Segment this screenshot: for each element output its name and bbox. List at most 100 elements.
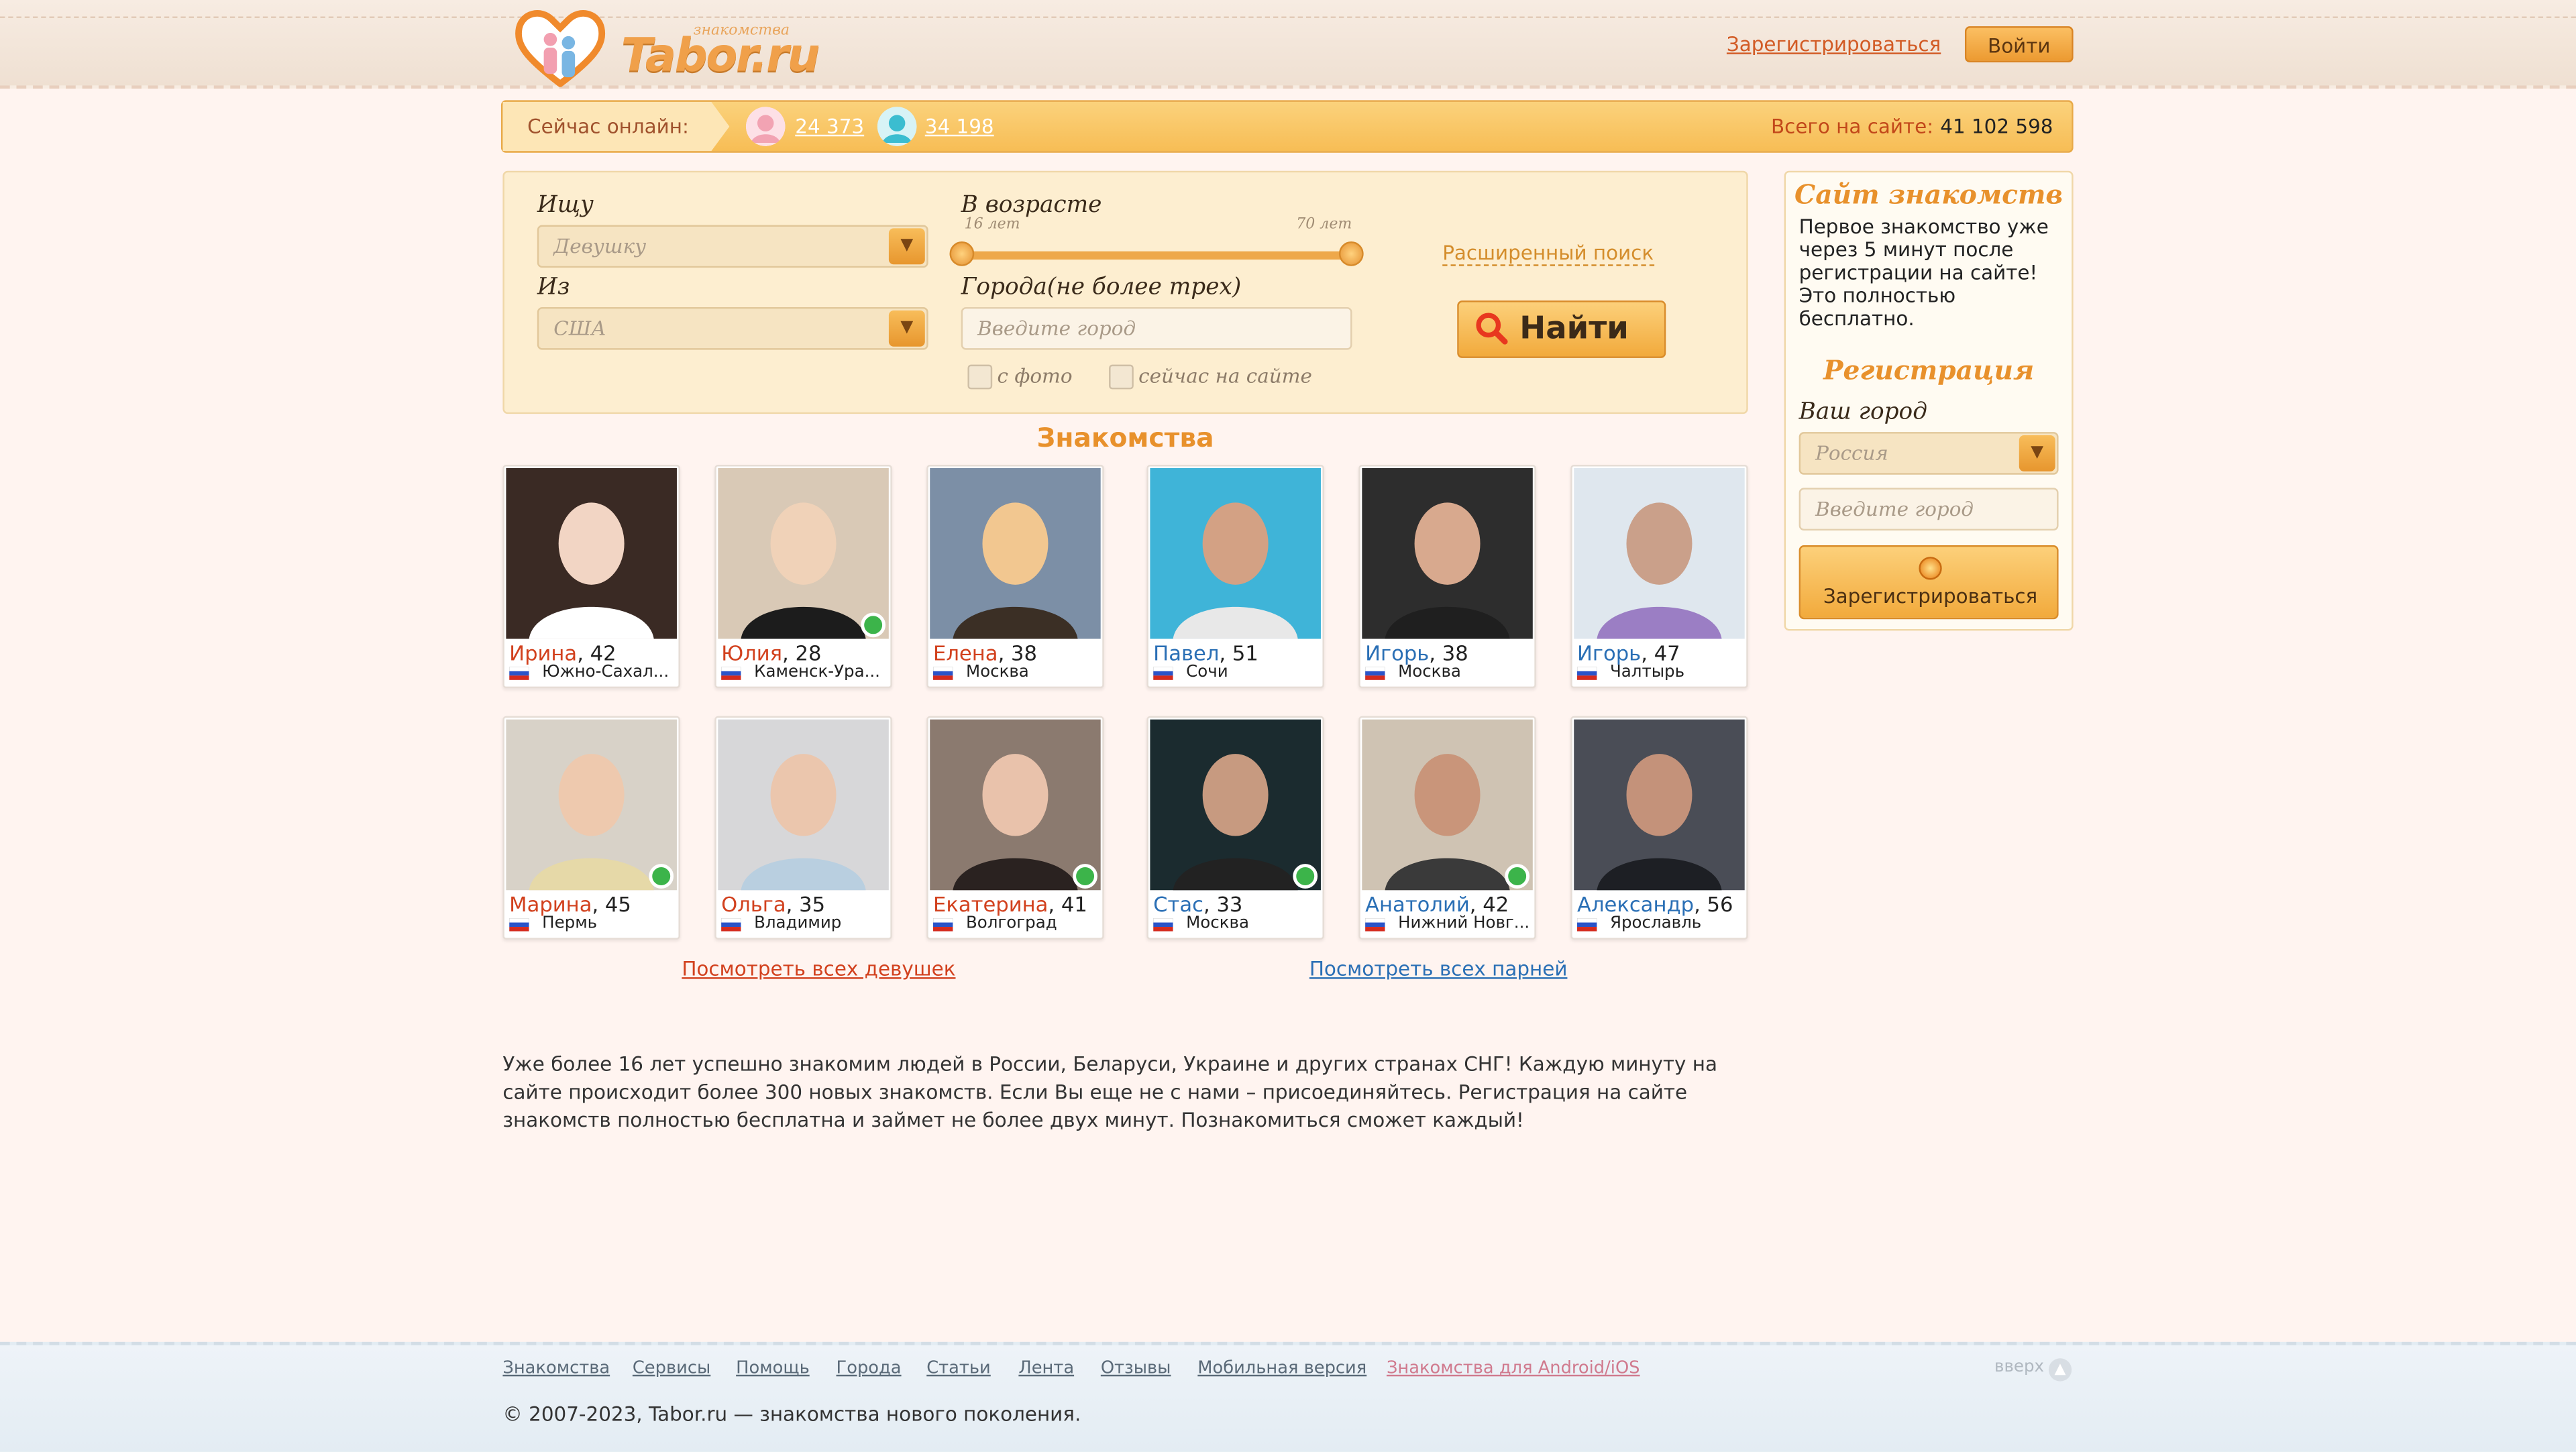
footer: Знакомства Сервисы Помощь Города Статьи … <box>0 1341 2576 1452</box>
profile-city: Нижний Новг... <box>1398 915 1530 934</box>
russia-flag-icon <box>1577 667 1597 680</box>
search-panel: Ищу Девушку ▼ Из США ▼ В возрасте 16 лет… <box>502 170 1748 414</box>
profile-photo[interactable] <box>1362 719 1533 891</box>
profile-card[interactable]: Марина, 45 Пермь <box>502 716 680 940</box>
profile-card[interactable]: Игорь, 38 Москва <box>1358 465 1536 689</box>
profile-card[interactable]: Ирина, 42 Южно-Сахал... <box>502 465 680 689</box>
profile-age: , 38 <box>998 640 1037 665</box>
profile-name-link[interactable]: Игорь <box>1365 640 1429 665</box>
female-avatar-icon <box>745 107 786 146</box>
online-now-checkbox[interactable] <box>1109 364 1134 390</box>
profile-photo[interactable] <box>1150 719 1321 891</box>
online-women-count[interactable]: 24 373 <box>795 115 864 137</box>
profile-photo[interactable] <box>718 719 889 891</box>
profile-card[interactable]: Павел, 51 Сочи <box>1146 465 1324 689</box>
profile-city: Владимир <box>754 915 842 934</box>
sidebar-country-select[interactable]: Россия ▼ <box>1799 432 2059 475</box>
profile-photo[interactable] <box>718 467 889 639</box>
profile-age: , 33 <box>1203 891 1243 917</box>
profile-photo[interactable] <box>506 467 677 639</box>
footer-link[interactable]: Лента <box>1018 1358 1074 1378</box>
profile-card[interactable]: Игорь, 47 Чалтырь <box>1570 465 1748 689</box>
profile-name-link[interactable]: Ольга <box>721 892 786 917</box>
footer-link[interactable]: Мобильная версия <box>1197 1358 1366 1378</box>
header-register-link[interactable]: Зарегистрироваться <box>1727 33 1941 56</box>
footer-link[interactable]: Знакомства <box>502 1358 610 1378</box>
profile-name-age: Игорь, 47 <box>1577 640 1680 665</box>
seek-label: Ищу <box>537 192 594 219</box>
profile-name-link[interactable]: Ирина <box>509 640 577 665</box>
profile-city: Каменск-Ура... <box>754 663 880 682</box>
profile-name-link[interactable]: Анатолий <box>1365 892 1470 917</box>
profile-photo[interactable] <box>930 467 1101 639</box>
profile-city: Москва <box>1186 915 1249 934</box>
scroll-up-label[interactable]: вверх <box>1994 1358 2044 1376</box>
online-men-count[interactable]: 34 198 <box>925 115 994 137</box>
profile-city: Ярославль <box>1610 915 1702 934</box>
profile-age: , 47 <box>1641 640 1680 665</box>
profile-name-link[interactable]: Игорь <box>1577 640 1641 665</box>
sidebar-text: Первое знакомство уже через 5 минут посл… <box>1799 215 2049 331</box>
footer-link[interactable]: Сервисы <box>633 1358 710 1378</box>
profile-photo[interactable] <box>930 719 1101 891</box>
profile-photo[interactable] <box>1574 467 1745 639</box>
sidebar-city-input[interactable]: Введите город <box>1799 488 2059 531</box>
login-button[interactable]: Войти <box>1964 26 2074 63</box>
profile-name-link[interactable]: Александр <box>1577 892 1694 917</box>
profile-card[interactable]: Юлия, 28 Каменск-Ура... <box>714 465 892 689</box>
see-all-women-link[interactable]: Посмотреть всех девушек <box>682 958 955 981</box>
site-logo[interactable]: знакомства Tabor.ru <box>513 8 824 87</box>
profile-card[interactable]: Стас, 33 Москва <box>1146 716 1324 940</box>
registration-title: Регистрация <box>1823 354 2035 386</box>
russia-flag-icon <box>1153 917 1173 932</box>
footer-link-mobile-apps[interactable]: Знакомства для Android/iOS <box>1387 1358 1640 1378</box>
profile-name-age: Ольга, 35 <box>721 892 825 917</box>
profile-photo[interactable] <box>1574 719 1745 891</box>
header-stitch <box>0 16 2576 18</box>
profile-photo[interactable] <box>506 719 677 891</box>
profile-name-age: Ирина, 42 <box>509 640 616 665</box>
profile-name-link[interactable]: Павел <box>1153 640 1219 665</box>
russia-flag-icon <box>509 917 529 932</box>
profile-card[interactable]: Александр, 56 Ярославль <box>1570 716 1748 940</box>
profile-card[interactable]: Ольга, 35 Владимир <box>714 716 892 940</box>
profile-name-link[interactable]: Елена <box>933 640 998 665</box>
sidebar-register-button[interactable]: Зарегистрироваться <box>1799 545 2059 620</box>
age-slider-max-handle[interactable] <box>1338 241 1364 266</box>
russia-flag-icon <box>933 667 953 680</box>
profile-name-link[interactable]: Юлия <box>721 640 782 665</box>
footer-link[interactable]: Помощь <box>736 1358 810 1378</box>
about-text: Уже более 16 лет успешно знакомим людей … <box>502 1052 1718 1132</box>
copyright: © 2007-2023, Tabor.ru — знакомства новог… <box>502 1402 1081 1426</box>
profile-card[interactable]: Екатерина, 41 Волгоград <box>926 716 1104 940</box>
profile-name-age: Александр, 56 <box>1577 892 1733 917</box>
profile-card[interactable]: Анатолий, 42 Нижний Новг... <box>1358 716 1536 940</box>
profile-photo[interactable] <box>1150 467 1321 639</box>
see-all-men-link[interactable]: Посмотреть всех парней <box>1309 958 1568 981</box>
profile-card[interactable]: Елена, 38 Москва <box>926 465 1104 689</box>
chevron-down-icon: ▼ <box>888 310 925 347</box>
age-slider-min-handle[interactable] <box>949 241 975 266</box>
with-photo-checkbox[interactable] <box>967 364 993 390</box>
age-slider-track[interactable] <box>961 251 1352 260</box>
profile-city: Москва <box>1398 663 1461 682</box>
footer-link[interactable]: Статьи <box>926 1358 991 1378</box>
profile-photo[interactable] <box>1362 467 1533 639</box>
advanced-search-link[interactable]: Расширенный поиск <box>1442 241 1654 266</box>
footer-link[interactable]: Города <box>837 1358 902 1378</box>
online-status-icon <box>1505 864 1530 889</box>
footer-link[interactable]: Отзывы <box>1101 1358 1171 1378</box>
seek-select[interactable]: Девушку ▼ <box>537 225 928 268</box>
chevron-down-icon: ▼ <box>888 228 925 265</box>
profile-name-link[interactable]: Стас <box>1153 892 1203 917</box>
top-bar: знакомства Tabor.ru Зарегистрироваться В… <box>0 0 2576 89</box>
country-select[interactable]: США ▼ <box>537 306 928 350</box>
profile-name-link[interactable]: Екатерина <box>933 892 1048 917</box>
sidebar-title: Сайт знакомств <box>1794 178 2063 211</box>
city-input[interactable]: Введите город <box>961 306 1352 350</box>
find-button[interactable]: Найти <box>1457 300 1666 358</box>
profile-age: , 45 <box>592 891 631 917</box>
profile-name-link[interactable]: Марина <box>509 892 592 917</box>
arrow-up-icon[interactable]: ▲ <box>2048 1358 2072 1382</box>
profile-city: Чалтырь <box>1610 663 1685 682</box>
